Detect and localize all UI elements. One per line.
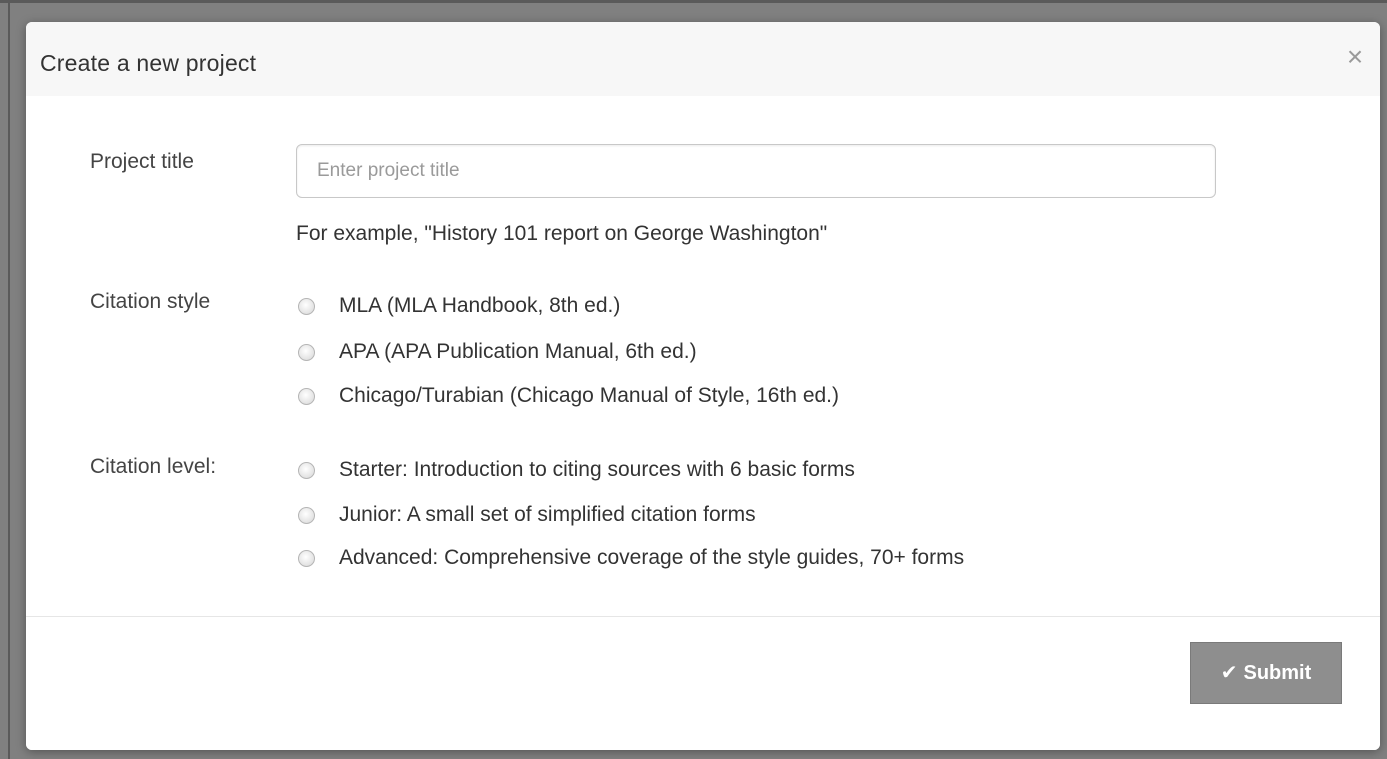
- project-title-help-text: For example, "History 101 report on Geor…: [296, 222, 828, 245]
- radio-button[interactable]: [298, 297, 315, 315]
- radio-button[interactable]: [298, 387, 315, 405]
- citation-style-option-apa[interactable]: APA (APA Publication Manual, 6th ed.): [296, 336, 697, 368]
- close-icon[interactable]: ×: [1342, 43, 1368, 71]
- radio-button[interactable]: [298, 461, 315, 479]
- radio-label: Advanced: Comprehensive coverage of the …: [339, 546, 965, 569]
- radio-label: APA (APA Publication Manual, 6th ed.): [339, 340, 697, 363]
- project-title-label: Project title: [90, 150, 194, 173]
- citation-level-option-advanced[interactable]: Advanced: Comprehensive coverage of the …: [296, 542, 964, 574]
- submit-button[interactable]: ✔ Submit: [1190, 642, 1342, 704]
- dialog-title: Create a new project: [40, 50, 257, 76]
- citation-level-label: Citation level:: [90, 455, 217, 478]
- radio-label: Starter: Introduction to citing sources …: [339, 458, 855, 481]
- submit-label: Submit: [1243, 661, 1312, 684]
- backdrop-divider: [0, 0, 1387, 3]
- citation-level-option-junior[interactable]: Junior: A small set of simplified citati…: [296, 499, 756, 531]
- radio-button[interactable]: [298, 549, 315, 567]
- citation-style-option-mla[interactable]: MLA (MLA Handbook, 8th ed.): [296, 290, 620, 322]
- radio-button[interactable]: [298, 343, 315, 361]
- radio-button[interactable]: [298, 506, 315, 524]
- project-title-input[interactable]: [296, 144, 1216, 198]
- citation-style-option-chicago[interactable]: Chicago/Turabian (Chicago Manual of Styl…: [296, 380, 839, 412]
- radio-label: MLA (MLA Handbook, 8th ed.): [339, 294, 621, 317]
- citation-style-label: Citation style: [90, 290, 211, 313]
- dialog-header: Create a new project ×: [26, 22, 1380, 96]
- citation-level-option-starter[interactable]: Starter: Introduction to citing sources …: [296, 454, 855, 486]
- backdrop-divider: [8, 0, 10, 759]
- create-project-dialog: Create a new project × Project title For…: [26, 22, 1380, 750]
- radio-label: Chicago/Turabian (Chicago Manual of Styl…: [339, 384, 840, 407]
- radio-label: Junior: A small set of simplified citati…: [339, 503, 756, 526]
- check-icon: ✔: [1220, 662, 1238, 684]
- dialog-footer: ✔ Submit: [26, 616, 1380, 750]
